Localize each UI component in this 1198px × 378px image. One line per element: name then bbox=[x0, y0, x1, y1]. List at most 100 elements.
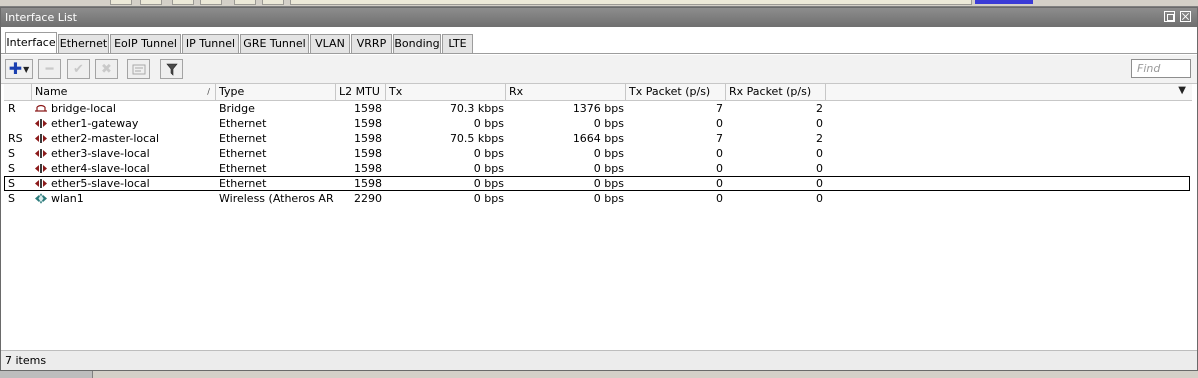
cell-l2mtu: 1598 bbox=[354, 162, 382, 175]
cell-rxp: 0 bbox=[816, 177, 823, 190]
top-button[interactable] bbox=[262, 0, 284, 5]
column-menu-icon[interactable]: ▼ bbox=[1178, 85, 1186, 96]
column-header-type[interactable]: Type bbox=[216, 84, 336, 100]
cell-flags: R bbox=[8, 102, 16, 115]
cell-rx: 0 bps bbox=[593, 147, 624, 160]
cell-rx: 0 bps bbox=[593, 192, 624, 205]
bottom-strip bbox=[0, 371, 1198, 378]
top-button[interactable] bbox=[200, 0, 222, 5]
table-row[interactable]: Sether4-slave-local Ethernet 1598 0 bps 0 bp… bbox=[4, 161, 1190, 176]
cell-flags: S bbox=[8, 192, 15, 205]
cell-name: ether4-slave-local bbox=[51, 162, 150, 175]
top-button[interactable] bbox=[140, 0, 162, 5]
tab-interface[interactable]: Interface bbox=[5, 32, 57, 54]
table-row[interactable]: Swlan1 Wireless (Atheros AR9... 2290 0 bps 0… bbox=[4, 191, 1190, 206]
add-button[interactable]: ✚ ▼ bbox=[5, 59, 33, 79]
top-button[interactable] bbox=[172, 0, 194, 5]
cell-l2mtu: 1598 bbox=[354, 177, 382, 190]
cell-rxp: 0 bbox=[816, 117, 823, 130]
cell-type: Ethernet bbox=[219, 147, 267, 160]
ethernet-icon bbox=[34, 118, 48, 129]
column-header-l2mtu[interactable]: L2 MTU bbox=[336, 84, 386, 100]
cell-flags bbox=[8, 116, 30, 131]
tab-bonding[interactable]: Bonding bbox=[393, 34, 441, 53]
tab-eoip-tunnel[interactable]: EoIP Tunnel bbox=[110, 34, 181, 53]
check-icon: ✔ bbox=[73, 61, 84, 77]
tab-vrrp[interactable]: VRRP bbox=[351, 34, 392, 53]
cell-tx: 70.3 kbps bbox=[449, 102, 504, 115]
table-row[interactable]: Rbridge-local Bridge 1598 70.3 kbps 1376 bps… bbox=[4, 101, 1190, 116]
close-icon[interactable] bbox=[1180, 11, 1191, 22]
cell-txp: 7 bbox=[716, 132, 723, 145]
cell-rx: 0 bps bbox=[593, 117, 624, 130]
cell-type: Ethernet bbox=[219, 117, 267, 130]
cell-flags: S bbox=[8, 177, 15, 190]
column-header-flags[interactable] bbox=[4, 84, 32, 100]
table-row[interactable]: Sether3-slave-local Ethernet 1598 0 bps 0 bp… bbox=[4, 146, 1190, 161]
tab-ip-tunnel[interactable]: IP Tunnel bbox=[182, 34, 239, 53]
cell-l2mtu: 1598 bbox=[354, 147, 382, 160]
toolbar: ✚ ▼ ━ ✔ ✖ Find bbox=[1, 55, 1197, 84]
cell-l2mtu: 1598 bbox=[354, 117, 382, 130]
restore-icon[interactable] bbox=[1164, 11, 1175, 22]
top-progress-indicator bbox=[975, 0, 1033, 4]
cell-txp: 7 bbox=[716, 102, 723, 115]
note-icon bbox=[132, 64, 145, 74]
dropdown-arrow-icon: ▼ bbox=[23, 64, 30, 74]
tab-gre-tunnel[interactable]: GRE Tunnel bbox=[240, 34, 309, 53]
cell-flags: RS bbox=[8, 132, 23, 145]
ethernet-icon bbox=[34, 163, 48, 174]
cell-tx: 0 bps bbox=[473, 162, 504, 175]
column-header-rx[interactable]: Rx bbox=[506, 84, 626, 100]
cell-type: Bridge bbox=[219, 102, 255, 115]
column-header-rx-packet[interactable]: Rx Packet (p/s) bbox=[726, 84, 826, 100]
cell-rxp: 2 bbox=[816, 132, 823, 145]
bottom-strip-segment bbox=[0, 371, 93, 378]
cross-icon: ✖ bbox=[101, 61, 112, 77]
table-row[interactable]: RS ether2-master-local Ethernet 1598 70.5 kb… bbox=[4, 131, 1190, 146]
column-header-name[interactable]: Name ∕ bbox=[32, 84, 216, 100]
cell-name: wlan1 bbox=[51, 192, 84, 205]
comment-button[interactable] bbox=[127, 59, 150, 79]
cell-flags: S bbox=[8, 162, 15, 175]
ethernet-icon bbox=[34, 148, 48, 159]
window-title-bar[interactable]: Interface List bbox=[1, 8, 1197, 27]
sort-arrow-icon: ∕ bbox=[207, 87, 210, 96]
plus-icon: ✚ bbox=[8, 59, 23, 78]
remove-button[interactable]: ━ bbox=[38, 59, 61, 79]
disable-button[interactable]: ✖ bbox=[95, 59, 118, 79]
cell-rx: 0 bps bbox=[593, 177, 624, 190]
item-count: 7 items bbox=[5, 354, 47, 367]
cell-rxp: 0 bbox=[816, 162, 823, 175]
cell-rx: 1376 bps bbox=[572, 102, 624, 115]
top-toolbar-strip bbox=[0, 0, 1198, 7]
interface-table: Name ∕ Type L2 MTU Tx Rx Tx Packet (p/s)… bbox=[4, 84, 1192, 350]
cell-type: Ethernet bbox=[219, 162, 267, 175]
window-title: Interface List bbox=[5, 11, 77, 24]
interface-list-window: Interface List Interface Ethernet EoIP T… bbox=[0, 7, 1198, 371]
table-row[interactable]: Sether5-slave-local Ethernet 1598 0 bps 0 bp… bbox=[4, 176, 1190, 191]
table-row[interactable]: ether1-gateway Ethernet 1598 0 bps 0 bps 0 0 bbox=[4, 116, 1190, 131]
table-header: Name ∕ Type L2 MTU Tx Rx Tx Packet (p/s)… bbox=[4, 84, 1192, 101]
cell-flags: S bbox=[8, 147, 15, 160]
column-header-tx-packet[interactable]: Tx Packet (p/s) bbox=[626, 84, 726, 100]
top-button[interactable] bbox=[110, 0, 132, 5]
top-field[interactable] bbox=[290, 0, 972, 5]
tab-divider bbox=[1, 53, 1197, 54]
tab-ethernet[interactable]: Ethernet bbox=[58, 34, 109, 53]
tab-vlan[interactable]: VLAN bbox=[310, 34, 350, 53]
cell-txp: 0 bbox=[716, 147, 723, 160]
find-input[interactable]: Find bbox=[1131, 59, 1191, 78]
cell-type: Wireless (Atheros AR9... bbox=[219, 192, 334, 205]
tab-lte[interactable]: LTE bbox=[442, 34, 473, 53]
column-header-tx[interactable]: Tx bbox=[386, 84, 506, 100]
cell-tx: 0 bps bbox=[473, 117, 504, 130]
enable-button[interactable]: ✔ bbox=[67, 59, 90, 79]
top-button[interactable] bbox=[234, 0, 256, 5]
cell-l2mtu: 1598 bbox=[354, 102, 382, 115]
cell-rx: 1664 bps bbox=[572, 132, 624, 145]
cell-type: Ethernet bbox=[219, 177, 267, 190]
minus-icon: ━ bbox=[45, 61, 54, 77]
cell-name: ether1-gateway bbox=[51, 117, 139, 130]
filter-button[interactable] bbox=[160, 59, 183, 79]
